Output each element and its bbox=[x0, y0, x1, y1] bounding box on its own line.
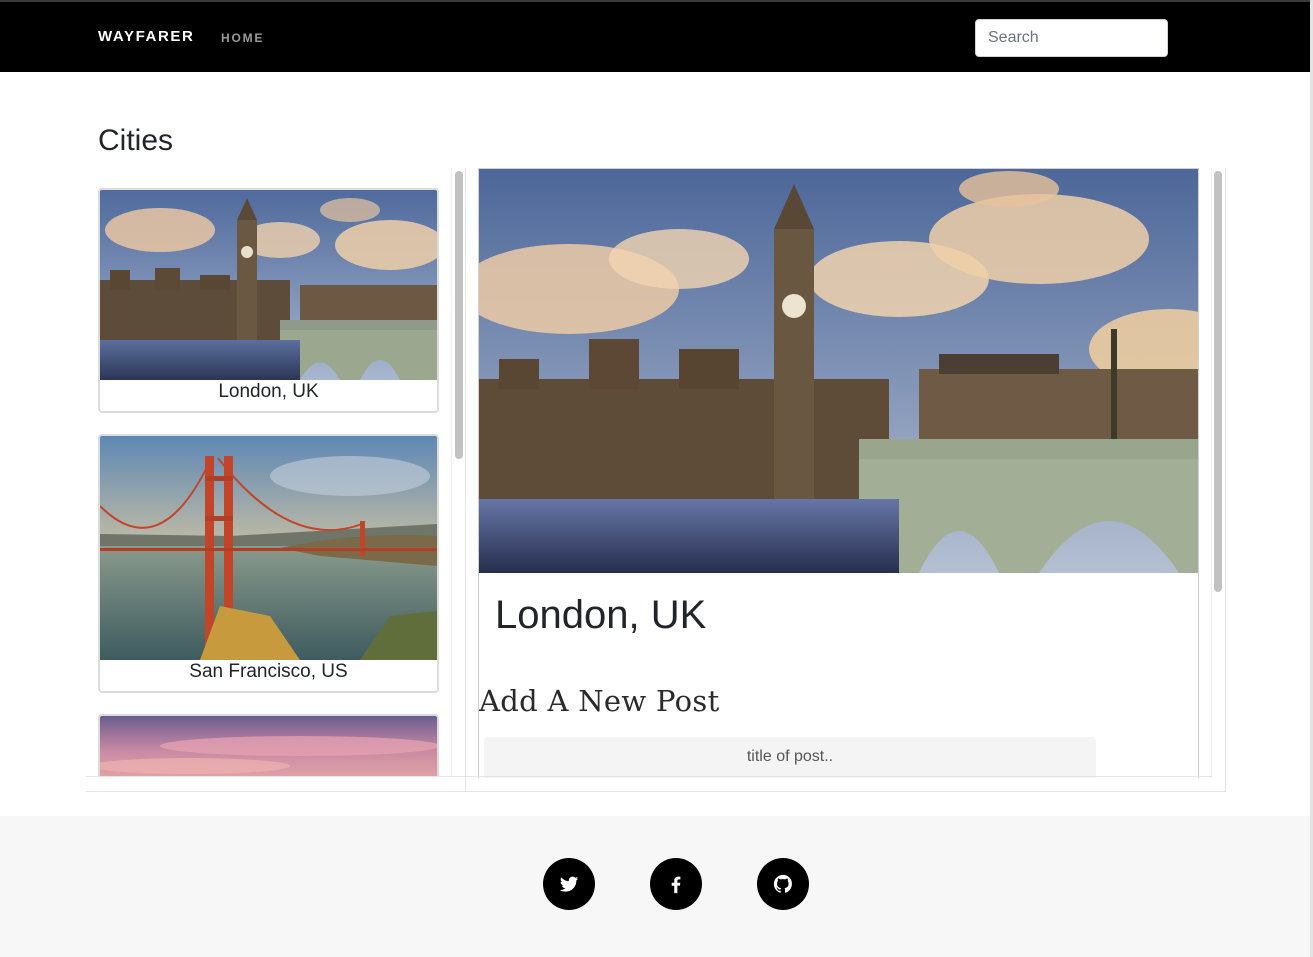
city-detail-card: London, UK Add A New Post bbox=[478, 168, 1199, 778]
city-name-heading: London, UK bbox=[495, 593, 707, 637]
city-card-label: San Francisco, US bbox=[189, 661, 348, 682]
city-card-label: London, UK bbox=[218, 381, 319, 402]
footer bbox=[0, 816, 1310, 957]
github-link[interactable] bbox=[757, 858, 809, 910]
london-photo bbox=[479, 169, 1198, 573]
city-detail-scrollbar[interactable] bbox=[1214, 171, 1222, 592]
city-card-third[interactable] bbox=[98, 714, 439, 776]
page: WAYFARER HOME Cities bbox=[0, 0, 1313, 957]
facebook-link[interactable] bbox=[650, 858, 702, 910]
facebook-icon bbox=[671, 876, 681, 894]
nav-home-link[interactable]: HOME bbox=[221, 31, 264, 45]
sunset-sky-photo bbox=[100, 716, 437, 776]
city-card-london[interactable]: London, UK bbox=[98, 188, 439, 413]
city-list-container: London, UK San Francisco, US bbox=[86, 168, 466, 792]
page-title: Cities bbox=[98, 124, 174, 157]
brand-link[interactable]: WAYFARER bbox=[98, 28, 194, 45]
city-list-scroll-track bbox=[451, 168, 452, 776]
scroll-area-bottom-edge bbox=[86, 776, 1212, 777]
github-icon bbox=[773, 874, 792, 893]
twitter-link[interactable] bbox=[543, 858, 595, 910]
navbar: WAYFARER HOME bbox=[0, 0, 1310, 72]
city-card-san-francisco[interactable]: San Francisco, US bbox=[98, 434, 439, 693]
city-detail-scroll-track bbox=[1211, 168, 1212, 778]
city-list[interactable]: London, UK San Francisco, US bbox=[86, 168, 452, 776]
london-photo bbox=[100, 190, 437, 380]
new-post-heading: Add A New Post bbox=[479, 684, 720, 718]
twitter-icon bbox=[559, 876, 579, 892]
golden-gate-photo bbox=[100, 436, 437, 660]
post-title-input[interactable] bbox=[484, 737, 1096, 778]
city-list-scrollbar[interactable] bbox=[455, 171, 463, 459]
search-input[interactable] bbox=[975, 19, 1168, 57]
